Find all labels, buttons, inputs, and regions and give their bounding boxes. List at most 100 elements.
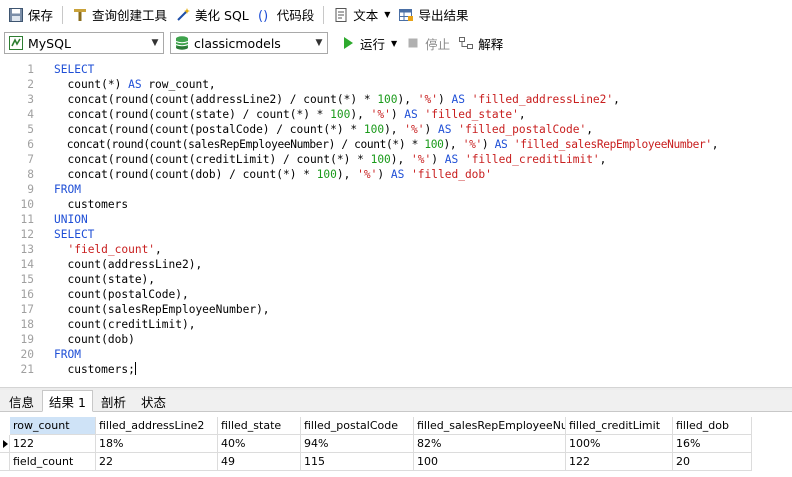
save-button[interactable]: 保存 bbox=[4, 3, 57, 27]
table-cell[interactable]: 100% bbox=[566, 435, 673, 453]
connection-select[interactable]: MySQL ▼ bbox=[4, 32, 164, 54]
run-button[interactable]: 运行 ▼ bbox=[336, 31, 401, 55]
code-token: AS bbox=[451, 93, 465, 106]
table-cell[interactable]: 16% bbox=[673, 435, 752, 453]
line-number: 20 bbox=[20, 348, 34, 361]
code-token: concat(round(count(salesRepEmployeeNumbe… bbox=[54, 138, 425, 151]
line-number: 11 bbox=[20, 213, 34, 226]
chevron-down-icon[interactable]: ▼ bbox=[147, 38, 163, 48]
column-header[interactable]: filled_postalCode bbox=[301, 417, 414, 435]
code-token: AS bbox=[444, 153, 459, 166]
text-mode-button[interactable]: 文本 ▼ bbox=[329, 3, 394, 27]
code-token: ), bbox=[397, 93, 418, 106]
play-icon bbox=[340, 35, 356, 51]
code-token: row_count, bbox=[141, 78, 216, 91]
explain-button[interactable]: 解释 bbox=[454, 31, 507, 55]
code-token: 'filled_postalCode' bbox=[458, 123, 587, 136]
row-marker[interactable] bbox=[0, 435, 10, 453]
row-marker[interactable] bbox=[0, 453, 10, 471]
code-token: AS bbox=[494, 138, 508, 151]
table-cell[interactable]: 94% bbox=[301, 435, 414, 453]
line-number: 17 bbox=[20, 303, 34, 316]
table-cell[interactable]: 122 bbox=[566, 453, 673, 471]
code-token: '%' bbox=[404, 123, 425, 136]
tab-info[interactable]: 信息 bbox=[2, 391, 41, 411]
code-token: concat(round(count(creditLimit) / count(… bbox=[54, 153, 371, 166]
code-token: SELECT bbox=[54, 63, 95, 76]
line-number: 5 bbox=[27, 123, 34, 136]
code-token: '%' bbox=[462, 138, 483, 151]
table-cell[interactable]: 20 bbox=[673, 453, 752, 471]
code-token: '%' bbox=[417, 93, 438, 106]
tab-status[interactable]: 状态 bbox=[134, 391, 173, 411]
sql-editor[interactable]: 1 SELECT 2 count(*) AS row_count, 3 conca… bbox=[0, 60, 792, 387]
line-number: 18 bbox=[20, 318, 34, 331]
code-token: 100 bbox=[370, 153, 391, 166]
save-label: 保存 bbox=[28, 8, 54, 23]
chevron-down-icon[interactable]: ▼ bbox=[384, 10, 390, 19]
code-snippet-label: 代码段 bbox=[276, 8, 315, 23]
tab-profile[interactable]: 剖析 bbox=[94, 391, 133, 411]
code-token: ) bbox=[437, 93, 452, 106]
line-number: 9 bbox=[27, 183, 34, 196]
code-token: UNION bbox=[54, 213, 88, 226]
code-token: , bbox=[518, 108, 526, 121]
explain-icon bbox=[458, 35, 474, 51]
beautify-sql-label: 美化 SQL bbox=[195, 8, 249, 23]
column-header[interactable]: filled_creditLimit bbox=[566, 417, 673, 435]
table-row[interactable]: field_count 22 49 115 100 122 20 bbox=[0, 453, 792, 471]
query-builder-button[interactable]: 查询创建工具 bbox=[68, 3, 171, 27]
beautify-sql-button[interactable]: 美化 SQL bbox=[171, 3, 253, 27]
column-header[interactable]: filled_dob bbox=[673, 417, 752, 435]
table-cell[interactable]: 49 bbox=[218, 453, 301, 471]
code-token: customers bbox=[54, 198, 129, 211]
stop-button[interactable]: 停止 bbox=[401, 31, 454, 55]
code-token: AS bbox=[128, 78, 142, 91]
main-toolbar: 保存 查询创建工具 美化 SQL () 代码段 文本 ▼ 导出结果 bbox=[0, 0, 792, 29]
code-token: 'filled_salesRepEmployeeNumber' bbox=[513, 138, 712, 151]
table-cell[interactable]: 82% bbox=[414, 435, 566, 453]
document-icon bbox=[333, 7, 349, 23]
code-token: count(creditLimit), bbox=[54, 318, 196, 331]
code-token: concat(round(count(postalCode) / count(*… bbox=[54, 123, 364, 136]
export-results-label: 导出结果 bbox=[418, 8, 469, 23]
column-header[interactable]: filled_addressLine2 bbox=[96, 417, 218, 435]
code-token: ) bbox=[377, 168, 391, 181]
table-cell[interactable]: 122 bbox=[10, 435, 96, 453]
column-header[interactable]: filled_state bbox=[218, 417, 301, 435]
mysql-connection-icon bbox=[8, 35, 24, 51]
table-cell[interactable]: 22 bbox=[96, 453, 218, 471]
result-grid[interactable]: row_count filled_addressLine2 filled_sta… bbox=[0, 413, 792, 477]
result-tabs: 信息 结果 1 剖析 状态 bbox=[0, 390, 792, 412]
save-icon bbox=[8, 7, 24, 23]
code-token: SELECT bbox=[54, 228, 95, 241]
line-number: 12 bbox=[20, 228, 34, 241]
code-token: 'filled_addressLine2' bbox=[471, 93, 614, 106]
table-cell[interactable]: 100 bbox=[414, 453, 566, 471]
code-token: 100 bbox=[424, 138, 444, 151]
stop-label: 停止 bbox=[425, 36, 451, 52]
code-token: , bbox=[155, 243, 162, 256]
table-row[interactable]: 122 18% 40% 94% 82% 100% 16% bbox=[0, 435, 792, 453]
table-cell[interactable]: field_count bbox=[10, 453, 96, 471]
code-snippet-button[interactable]: () 代码段 bbox=[253, 3, 319, 27]
code-token: ) bbox=[481, 138, 495, 151]
column-header[interactable]: filled_salesRepEmployeeNumbe bbox=[414, 417, 566, 435]
table-cell[interactable]: 115 bbox=[301, 453, 414, 471]
database-select[interactable]: classicmodels ▼ bbox=[170, 32, 328, 54]
table-cell[interactable]: 40% bbox=[218, 435, 301, 453]
column-header[interactable]: row_count bbox=[10, 417, 96, 435]
code-token: count(*) bbox=[54, 78, 129, 91]
code-token: concat(round(count(state) / count(*) * bbox=[54, 108, 331, 121]
export-results-button[interactable]: 导出结果 bbox=[394, 3, 472, 27]
line-number: 7 bbox=[27, 153, 34, 166]
chevron-down-icon[interactable]: ▼ bbox=[391, 39, 397, 48]
tab-result-1[interactable]: 结果 1 bbox=[42, 390, 93, 412]
code-token: 'filled_dob' bbox=[411, 168, 492, 181]
table-cell[interactable]: 18% bbox=[96, 435, 218, 453]
export-grid-icon bbox=[398, 7, 414, 23]
chevron-down-icon[interactable]: ▼ bbox=[311, 38, 327, 48]
code-token: 'filled_state' bbox=[424, 108, 519, 121]
